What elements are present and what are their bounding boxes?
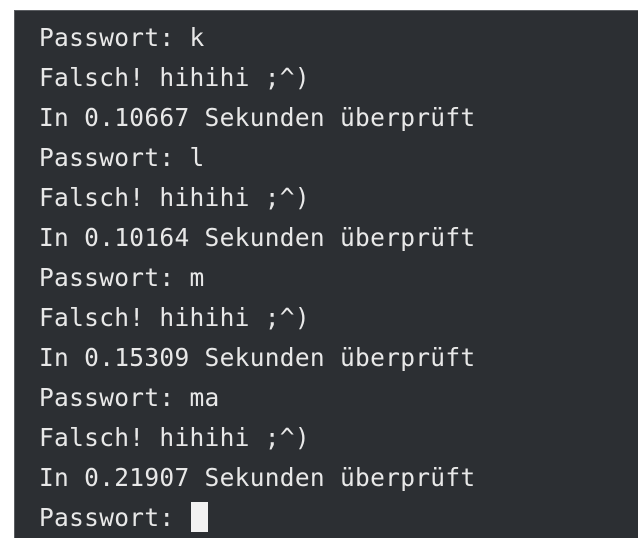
terminal-line: Falsch! hihihi ;^): [39, 183, 310, 212]
terminal-line: Passwort: m: [39, 263, 205, 292]
terminal-line: Passwort: ma: [39, 383, 220, 412]
screenshot-frame: Passwort: k Falsch! hihihi ;^) In 0.1066…: [0, 0, 638, 548]
terminal-line: Falsch! hihihi ;^): [39, 63, 310, 92]
terminal-prompt: Passwort:: [39, 503, 190, 532]
terminal-line: Falsch! hihihi ;^): [39, 303, 310, 332]
text-cursor: [190, 502, 208, 532]
terminal-line: In 0.15309 Sekunden überprüft: [39, 343, 476, 372]
terminal-prompt-line[interactable]: Passwort:: [39, 498, 475, 538]
terminal-line: Passwort: k: [39, 23, 205, 52]
terminal-line: In 0.10667 Sekunden überprüft: [39, 103, 476, 132]
terminal-line: In 0.10164 Sekunden überprüft: [39, 223, 476, 252]
terminal-line: Passwort: l: [39, 143, 205, 172]
terminal-line: Falsch! hihihi ;^): [39, 423, 310, 452]
terminal-output: Passwort: k Falsch! hihihi ;^) In 0.1066…: [39, 18, 475, 538]
terminal-window[interactable]: Passwort: k Falsch! hihihi ;^) In 0.1066…: [14, 10, 638, 538]
terminal-line: In 0.21907 Sekunden überprüft: [39, 463, 476, 492]
